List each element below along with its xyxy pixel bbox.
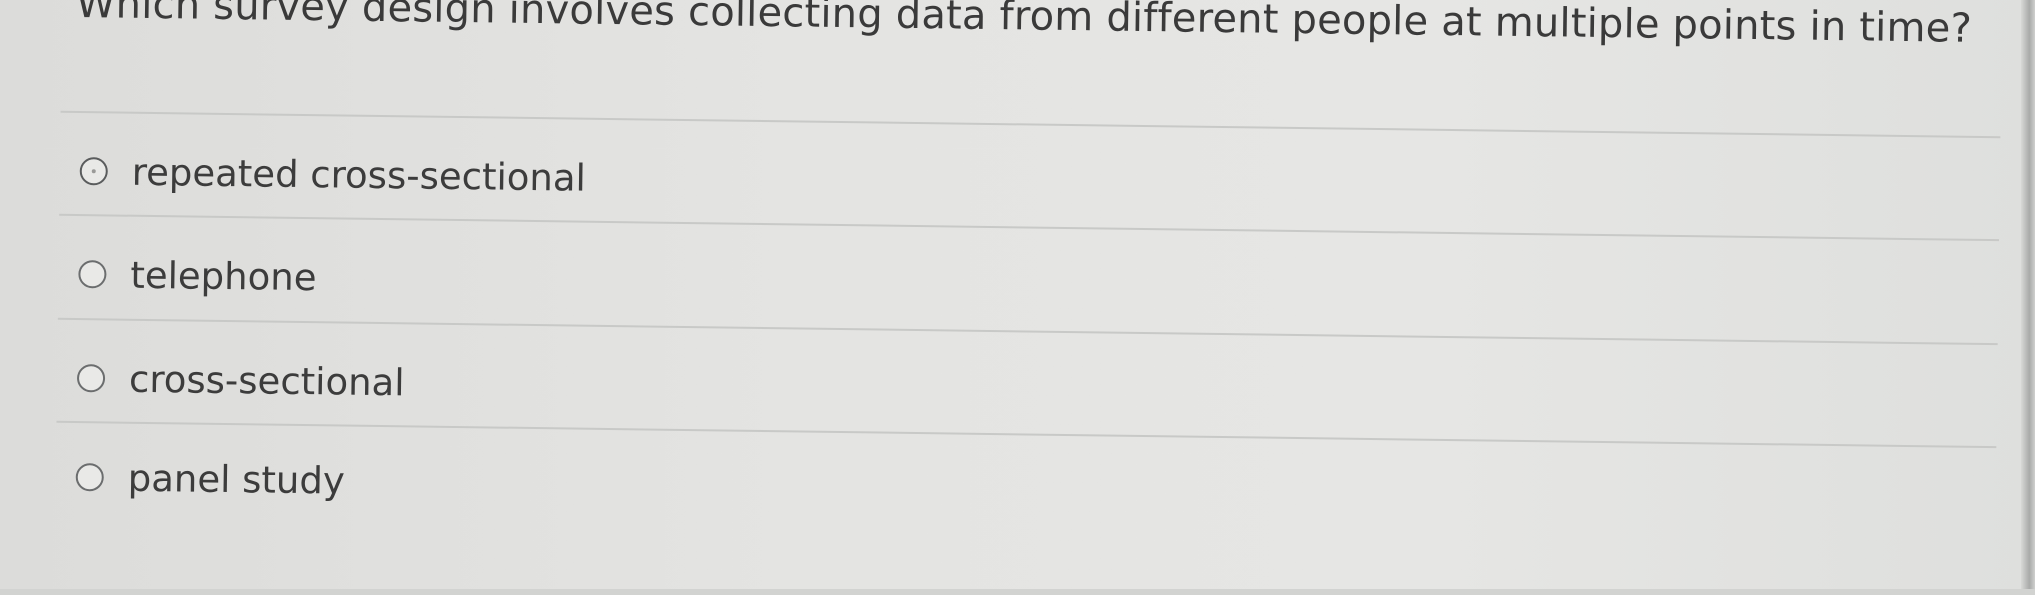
divider	[59, 213, 2000, 242]
option-telephone[interactable]: telephone	[78, 244, 317, 307]
option-repeated-cross-sectional[interactable]: repeated cross-sectional	[79, 141, 586, 208]
screen-edge	[0, 589, 2035, 595]
radio-button[interactable]	[76, 364, 106, 393]
option-label: repeated cross-sectional	[131, 150, 587, 200]
option-label: panel study	[127, 456, 346, 503]
divider	[60, 110, 2001, 139]
question-text: Which survey design involves collecting …	[75, 0, 1973, 52]
radio-button[interactable]	[79, 157, 108, 186]
quiz-question-panel: Which survey design involves collecting …	[0, 0, 2035, 595]
radio-button[interactable]	[75, 463, 104, 492]
option-label: telephone	[130, 253, 317, 299]
radio-button[interactable]	[78, 260, 107, 289]
divider	[57, 317, 1998, 346]
screen-edge	[2021, 0, 2035, 595]
option-cross-sectional[interactable]: cross-sectional	[76, 348, 405, 412]
divider	[56, 420, 1997, 449]
option-panel-study[interactable]: panel study	[75, 447, 345, 511]
option-label: cross-sectional	[128, 357, 405, 404]
